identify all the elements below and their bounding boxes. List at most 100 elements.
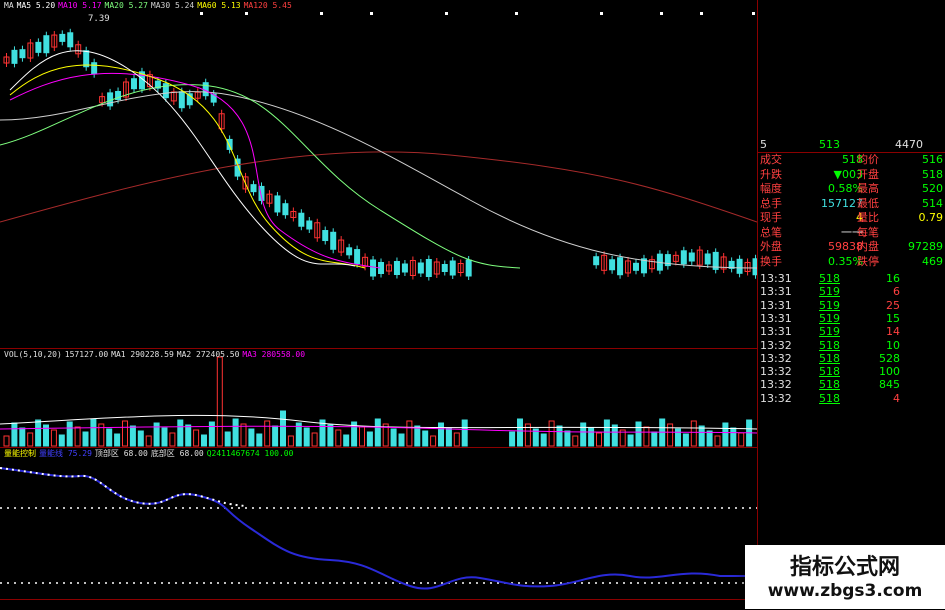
volume-bar[interactable]	[517, 418, 523, 447]
volume-bar[interactable]	[430, 435, 437, 447]
tick-row[interactable]: 13:31 519 15	[757, 312, 945, 326]
candle[interactable]	[354, 249, 361, 265]
volume-bar[interactable]	[240, 423, 247, 447]
candle[interactable]	[130, 78, 137, 90]
volume-bar[interactable]	[675, 428, 681, 447]
volume-bar[interactable]	[390, 428, 397, 447]
candle[interactable]	[282, 203, 289, 216]
candle[interactable]	[11, 49, 18, 64]
volume-bar[interactable]	[588, 427, 595, 447]
volume-bar[interactable]	[461, 419, 468, 447]
candle[interactable]	[298, 212, 305, 227]
volume-bar[interactable]	[564, 430, 571, 447]
volume-bar[interactable]	[106, 428, 113, 447]
candle[interactable]	[346, 247, 353, 256]
candle[interactable]	[19, 49, 26, 59]
volume-bar[interactable]	[414, 425, 421, 447]
volume-bar[interactable]	[509, 431, 516, 447]
volume-bar[interactable]	[303, 427, 310, 447]
volume-bar[interactable]	[366, 431, 373, 447]
volume-chart[interactable]	[0, 349, 757, 447]
volume-bar[interactable]	[682, 433, 689, 447]
volume-bar[interactable]	[311, 432, 318, 447]
volume-bar[interactable]	[153, 422, 160, 447]
volume-bar[interactable]	[169, 432, 176, 447]
candle[interactable]	[609, 259, 616, 271]
candle[interactable]	[202, 82, 209, 97]
tick-row[interactable]: 13:32 518 10	[757, 339, 945, 353]
candle[interactable]	[704, 253, 711, 265]
volume-bar[interactable]	[272, 425, 279, 447]
candle[interactable]	[370, 259, 377, 277]
candle[interactable]	[330, 231, 337, 250]
volume-bar[interactable]	[438, 422, 444, 447]
tick-row[interactable]: 13:31 519 6	[757, 285, 945, 299]
volume-bar[interactable]	[82, 431, 89, 447]
volume-bar[interactable]	[145, 435, 152, 447]
volume-bar[interactable]	[224, 431, 231, 447]
volume-bar[interactable]	[90, 418, 97, 447]
volume-bar[interactable]	[74, 426, 81, 447]
volume-bar[interactable]	[122, 420, 128, 447]
volume-bar[interactable]	[27, 432, 34, 447]
volume-bar[interactable]	[343, 434, 350, 447]
volume-bar[interactable]	[264, 420, 271, 447]
volume-bar[interactable]	[58, 434, 65, 447]
volume-bar[interactable]	[256, 433, 263, 447]
volume-bar[interactable]	[706, 430, 713, 447]
volume-bar[interactable]	[651, 431, 658, 447]
volume-bar[interactable]	[596, 432, 602, 447]
volume-bar[interactable]	[19, 427, 26, 447]
volume-bar[interactable]	[66, 421, 73, 447]
candle[interactable]	[465, 259, 472, 277]
volume-bar[interactable]	[208, 421, 215, 447]
kline-chart[interactable]	[0, 0, 757, 346]
volume-bar[interactable]	[572, 435, 579, 447]
candle[interactable]	[59, 33, 66, 42]
volume-bar[interactable]	[280, 410, 286, 447]
candle[interactable]	[633, 262, 640, 271]
volume-bar[interactable]	[287, 435, 294, 447]
candle[interactable]	[680, 250, 687, 265]
volume-bar[interactable]	[611, 424, 618, 447]
volume-bar[interactable]	[445, 427, 452, 447]
candle[interactable]	[274, 195, 281, 213]
volume-bar[interactable]	[185, 424, 192, 447]
volume-bar[interactable]	[114, 433, 121, 447]
candle[interactable]	[322, 230, 329, 242]
candle[interactable]	[43, 35, 50, 54]
tick-row[interactable]: 13:31 519 14	[757, 325, 945, 339]
candle[interactable]	[83, 50, 90, 68]
candle[interactable]	[593, 256, 600, 266]
volume-bar[interactable]	[3, 435, 10, 447]
volume-bar[interactable]	[232, 418, 239, 447]
indicator-chart[interactable]	[0, 448, 757, 600]
candle[interactable]	[688, 252, 695, 262]
volume-bar[interactable]	[580, 422, 587, 447]
volume-bar[interactable]	[201, 434, 207, 447]
tick-row[interactable]: 13:32 518 100	[757, 365, 945, 379]
volume-bar[interactable]	[627, 434, 634, 447]
volume-bar[interactable]	[722, 422, 729, 447]
kline-chart-panel[interactable]: MA MA5 5.20 MA10 5.17 MA20 5.27 MA30 5.24 MA6…	[0, 0, 757, 346]
candle[interactable]	[617, 257, 624, 276]
candle[interactable]	[178, 91, 185, 109]
candle[interactable]	[250, 184, 257, 193]
candle[interactable]	[441, 264, 448, 272]
candle[interactable]	[425, 259, 432, 277]
volume-bar[interactable]	[603, 419, 610, 447]
volume-bar[interactable]	[730, 427, 737, 447]
volume-bar[interactable]	[35, 419, 42, 447]
volume-bar[interactable]	[548, 420, 555, 447]
volume-bar[interactable]	[161, 427, 168, 447]
volume-bar[interactable]	[556, 425, 563, 447]
volume-bar[interactable]	[540, 433, 547, 447]
volume-chart-panel[interactable]: VOL(5,10,20) 157127.00 MA1 290228.59 MA2 27…	[0, 348, 757, 447]
candle[interactable]	[226, 138, 233, 150]
candle[interactable]	[35, 41, 42, 53]
candle[interactable]	[393, 261, 400, 275]
candle[interactable]	[306, 220, 313, 230]
candle[interactable]	[67, 32, 74, 48]
volume-bar[interactable]	[698, 425, 705, 447]
candle[interactable]	[736, 258, 743, 274]
